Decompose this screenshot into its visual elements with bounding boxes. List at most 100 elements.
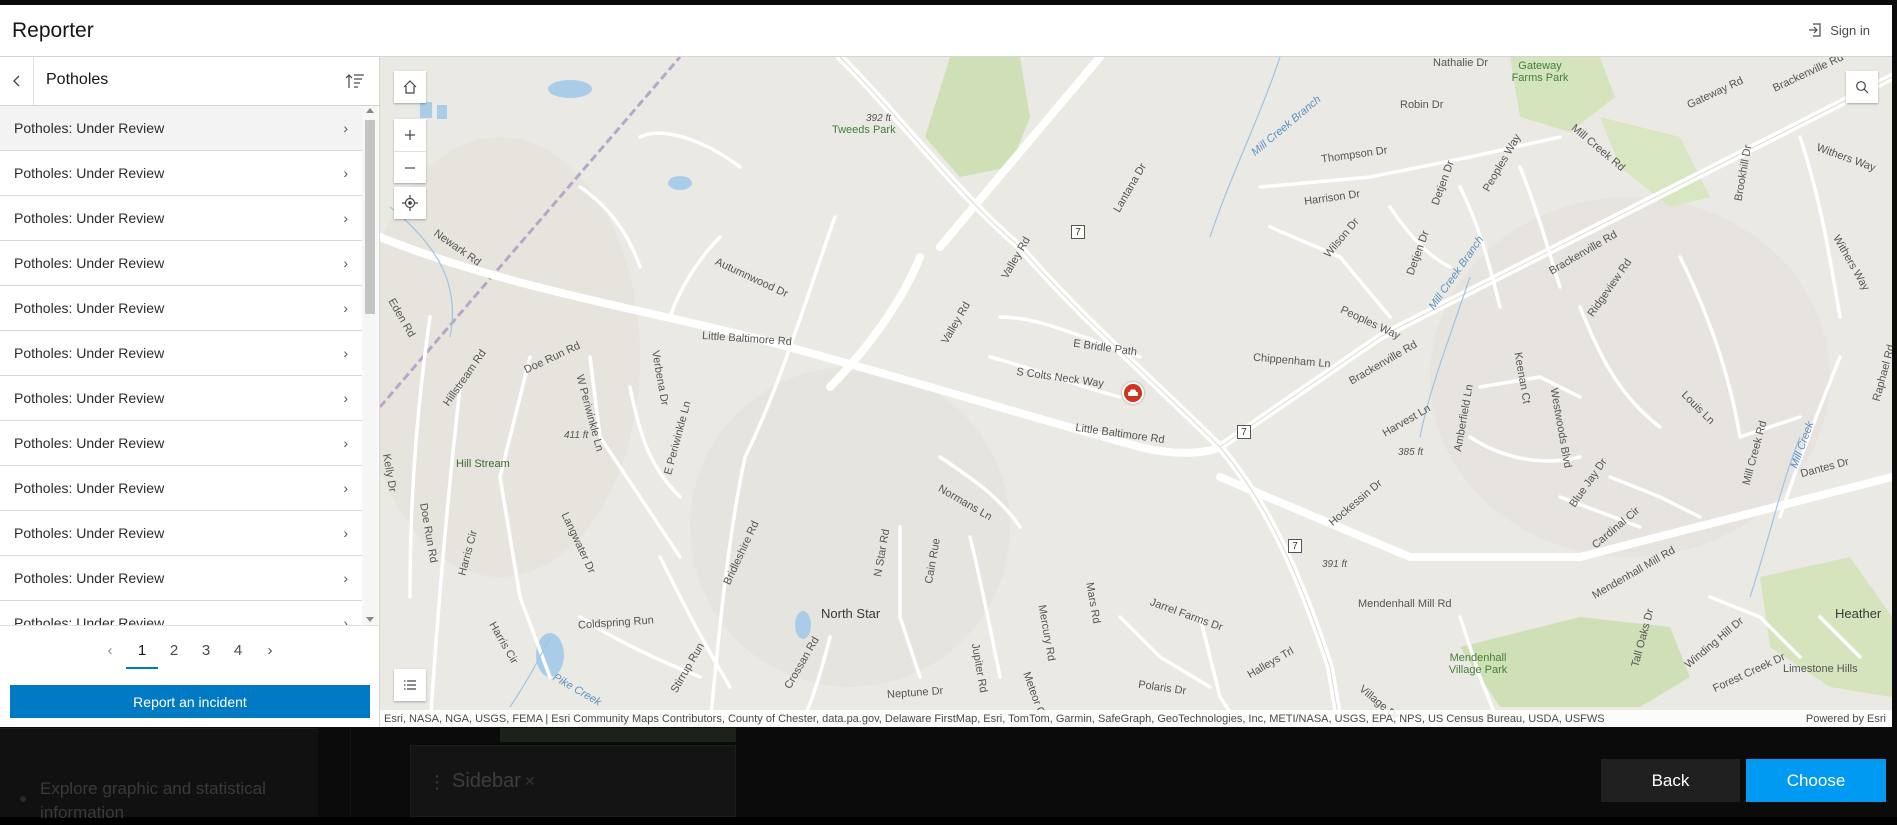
back-button[interactable]: Back — [1601, 759, 1740, 802]
home-button[interactable] — [394, 71, 426, 103]
background-divider — [350, 728, 351, 817]
list-item[interactable]: Potholes: Under Review › — [0, 331, 362, 376]
locate-control — [394, 187, 426, 219]
app-header: Reporter Sign in — [0, 5, 1892, 57]
legend-button[interactable] — [394, 669, 426, 701]
close-icon: ✕ — [524, 773, 536, 789]
park-label: Mendenhall Village Park — [1448, 652, 1508, 676]
sort-icon[interactable] — [345, 72, 365, 90]
locate-icon — [402, 195, 418, 211]
powered-by-esri[interactable]: Powered by Esri — [1806, 713, 1886, 725]
search-icon — [1856, 81, 1869, 94]
map-attribution: Esri, NASA, NGA, USGS, FEMA | Esri Commu… — [380, 710, 1892, 727]
list-item[interactable]: Potholes: Under Review › — [0, 511, 362, 556]
road-label: Nathalie Dr — [1433, 57, 1489, 69]
list-item[interactable]: Potholes: Under Review › — [0, 196, 362, 241]
place-label: Hill Stream — [456, 458, 510, 470]
sign-in-label: Sign in — [1830, 22, 1870, 38]
place-label: Limestone Hills — [1783, 663, 1858, 675]
incident-list: Potholes: Under Review › Potholes: Under R… — [0, 106, 362, 626]
route-shield: 7 — [1071, 225, 1085, 239]
list-icon — [404, 680, 416, 690]
choose-button[interactable]: Choose — [1746, 759, 1886, 802]
list-item-label: Potholes: Under Review — [14, 345, 165, 361]
incident-panel: Potholes Potholes: Under Review › Potholes… — [0, 57, 380, 727]
list-item-label: Potholes: Under Review — [14, 525, 165, 541]
page-3-button[interactable]: 3 — [190, 635, 222, 667]
list-item-label: Potholes: Under Review — [14, 210, 165, 226]
list-item-label: Potholes: Under Review — [14, 255, 165, 271]
route-shield: 7 — [1237, 425, 1251, 439]
route-shield: 7 — [1288, 539, 1302, 553]
panel-header: Potholes — [0, 57, 380, 106]
chevron-right-icon: › — [343, 435, 348, 451]
zoom-control — [394, 119, 426, 183]
list-item-label: Potholes: Under Review — [14, 390, 165, 406]
plus-icon — [405, 130, 415, 140]
bullet-icon — [20, 796, 26, 802]
chevron-right-icon: › — [343, 480, 348, 496]
chevron-right-icon: › — [343, 255, 348, 271]
road-label: Robin Dr — [1400, 99, 1444, 111]
list-scrollbar[interactable] — [362, 106, 378, 626]
elevation-label: 392 ft — [866, 113, 892, 124]
app-title: Reporter — [12, 19, 94, 42]
prev-page-button[interactable]: ‹ — [94, 635, 126, 667]
chevron-right-icon: › — [343, 300, 348, 316]
scroll-down-icon[interactable] — [366, 617, 374, 622]
chevron-right-icon: › — [343, 390, 348, 406]
home-control — [394, 71, 426, 103]
list-item-label: Potholes: Under Review — [14, 570, 165, 586]
list-item[interactable]: Potholes: Under Review › — [0, 286, 362, 331]
panel-title: Potholes — [46, 71, 109, 88]
list-item[interactable]: Potholes: Under Review › — [0, 466, 362, 511]
sign-in-icon — [1809, 23, 1821, 37]
map-view[interactable]: Tweeds Park Gateway Farms Park Mendenhal… — [380, 57, 1892, 727]
list-item-label: Potholes: Under Review — [14, 300, 165, 316]
list-item[interactable]: Potholes: Under Review › — [0, 421, 362, 466]
car-icon — [1128, 389, 1138, 396]
chevron-right-icon: › — [343, 525, 348, 541]
list-item-label: Potholes: Under Review — [14, 435, 165, 451]
zoom-out-button[interactable] — [394, 151, 426, 183]
list-item[interactable]: Potholes: Under Review › — [0, 376, 362, 421]
sign-in-button[interactable]: Sign in — [1807, 22, 1870, 38]
attribution-text: Esri, NASA, NGA, USGS, FEMA | Esri Commu… — [384, 712, 1605, 725]
chevron-right-icon: › — [343, 345, 348, 361]
list-item[interactable]: Potholes: Under Review › — [0, 106, 362, 151]
page-4-button[interactable]: 4 — [222, 635, 254, 667]
chevron-right-icon: › — [343, 570, 348, 586]
chevron-right-icon: › — [343, 210, 348, 226]
zoom-in-button[interactable] — [394, 119, 426, 151]
scroll-thumb[interactable] — [365, 120, 375, 314]
park-label: Tweeds Park — [832, 124, 896, 136]
minus-icon — [405, 166, 415, 169]
background-explore-text: Explore graphic and statistical informat… — [40, 779, 266, 822]
back-chevron-button[interactable] — [0, 57, 34, 105]
list-item[interactable]: Potholes: Under Review › — [0, 601, 362, 626]
chevron-left-icon — [12, 75, 19, 87]
reporter-modal: Reporter Sign in Potholes Potholes: Unde… — [0, 5, 1892, 727]
next-page-button[interactable]: › — [254, 635, 286, 667]
chevron-right-icon: › — [343, 120, 348, 136]
page-1-button[interactable]: 1 — [126, 635, 158, 669]
locate-button[interactable] — [394, 187, 426, 219]
background-sidebar-label: Sidebar — [452, 770, 521, 792]
elevation-label: 411 ft — [564, 430, 589, 441]
report-incident-button[interactable]: Report an incident — [10, 685, 370, 718]
home-icon — [403, 80, 417, 94]
scroll-up-icon[interactable] — [366, 108, 374, 113]
drag-handle-icon: ⋮ — [428, 772, 446, 792]
list-item[interactable]: Potholes: Under Review › — [0, 151, 362, 196]
page-2-button[interactable]: 2 — [158, 635, 190, 667]
incident-marker[interactable] — [1122, 382, 1144, 404]
pagination: ‹ 1 2 3 4 › — [0, 625, 380, 675]
search-control — [1846, 71, 1878, 103]
chevron-right-icon: › — [343, 165, 348, 181]
list-item[interactable]: Potholes: Under Review › — [0, 241, 362, 286]
place-label: North Star — [821, 606, 881, 621]
search-button[interactable] — [1846, 71, 1878, 103]
list-item-label: Potholes: Under Review — [14, 480, 165, 496]
list-item[interactable]: Potholes: Under Review › — [0, 556, 362, 601]
background-map-strip — [500, 728, 736, 742]
